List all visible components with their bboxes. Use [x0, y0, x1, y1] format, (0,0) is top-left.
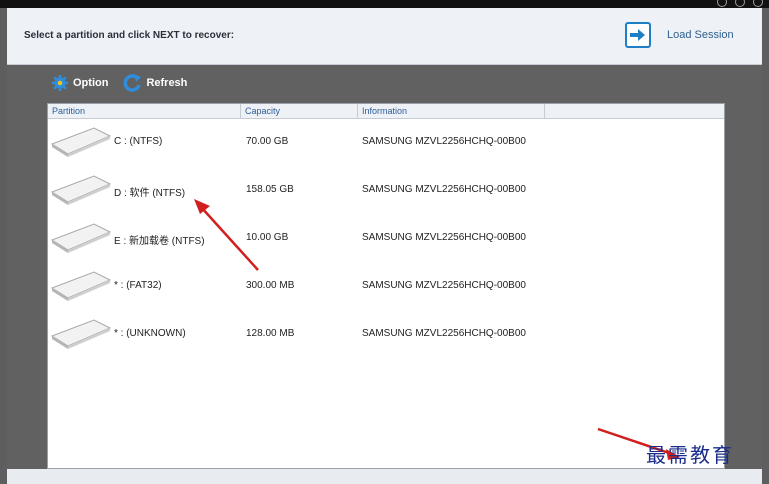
instruction-text: Select a partition and click NEXT to rec…: [24, 30, 235, 41]
hard-drive-icon: [50, 174, 112, 211]
partition-row[interactable]: C : (NTFS) 70.00 GB SAMSUNG MZVL2256HCHQ…: [48, 118, 724, 166]
gear-icon: [51, 74, 69, 92]
partition-capacity: 158.05 GB: [246, 184, 294, 195]
partition-capacity: 300.00 MB: [246, 280, 295, 291]
partition-row[interactable]: E : 新加载卷 (NTFS) 10.00 GB SAMSUNG MZVL225…: [48, 214, 724, 262]
main-panel: Option Refresh Partition Capacity Inform…: [7, 65, 762, 469]
hard-drive-icon: [50, 222, 112, 259]
load-session-icon: [625, 22, 651, 48]
load-session-button[interactable]: Load Session: [625, 22, 734, 48]
column-header-information[interactable]: Information: [358, 104, 545, 118]
partition-capacity: 128.00 MB: [246, 328, 295, 339]
option-button[interactable]: Option: [51, 74, 108, 92]
option-label: Option: [73, 77, 109, 89]
partition-capacity: 70.00 GB: [246, 136, 289, 147]
watermark-text: 最需教育: [646, 443, 734, 467]
refresh-button[interactable]: Refresh: [122, 73, 187, 93]
load-session-label: Load Session: [667, 29, 734, 41]
hard-drive-icon: [50, 318, 112, 355]
partition-list[interactable]: Partition Capacity Information C : (NTFS…: [47, 103, 725, 469]
toolbar: Option Refresh: [51, 73, 187, 93]
footer-bar: [7, 469, 762, 484]
list-header: Partition Capacity Information: [48, 104, 724, 119]
partition-row[interactable]: * : (UNKNOWN) 128.00 MB SAMSUNG MZVL2256…: [48, 310, 724, 358]
partition-row[interactable]: * : (FAT32) 300.00 MB SAMSUNG MZVL2256HC…: [48, 262, 724, 310]
maximize-icon[interactable]: [735, 0, 745, 7]
minimize-icon[interactable]: [717, 0, 727, 7]
partition-name: * : (FAT32): [114, 280, 162, 291]
partition-name: C : (NTFS): [114, 136, 163, 147]
partition-name: E : 新加载卷 (NTFS): [114, 236, 205, 247]
partition-information: SAMSUNG MZVL2256HCHQ-00B00: [362, 136, 526, 147]
close-icon[interactable]: [753, 0, 763, 7]
column-header-capacity[interactable]: Capacity: [241, 104, 358, 118]
partition-information: SAMSUNG MZVL2256HCHQ-00B00: [362, 280, 526, 291]
refresh-label: Refresh: [146, 77, 188, 89]
hard-drive-icon: [50, 126, 112, 163]
partition-information: SAMSUNG MZVL2256HCHQ-00B00: [362, 328, 526, 339]
window-titlebar: [0, 0, 769, 8]
column-header-partition[interactable]: Partition: [48, 104, 241, 118]
partition-information: SAMSUNG MZVL2256HCHQ-00B00: [362, 184, 526, 195]
partition-capacity: 10.00 GB: [246, 232, 289, 243]
column-header-extra: [545, 104, 724, 118]
refresh-icon: [124, 74, 142, 92]
partition-name: D : 软件 (NTFS): [114, 188, 186, 199]
partition-information: SAMSUNG MZVL2256HCHQ-00B00: [362, 232, 526, 243]
hard-drive-icon: [50, 270, 112, 307]
partition-name: * : (UNKNOWN): [114, 328, 186, 339]
partition-row-selected[interactable]: D : 软件 (NTFS) 158.05 GB SAMSUNG MZVL2256…: [48, 166, 724, 214]
header-bar: Select a partition and click NEXT to rec…: [7, 8, 762, 65]
window-controls: [717, 0, 763, 7]
